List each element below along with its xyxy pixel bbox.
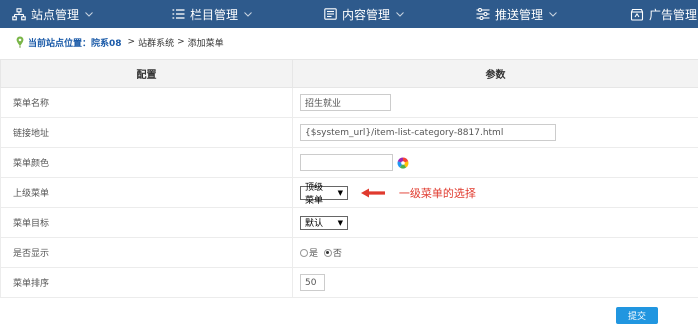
document-icon (324, 8, 337, 20)
list-icon (172, 9, 185, 19)
nav-site-management-label: 站点管理 (31, 7, 80, 22)
visible-yes-radio[interactable] (300, 248, 308, 257)
menu-target-label: 菜单目标 (0, 207, 293, 238)
breadcrumb-page: 添加菜单 (187, 38, 224, 49)
parent-menu-label: 上级菜单 (0, 177, 293, 208)
menu-name-cell (292, 87, 698, 118)
sitemap-icon (12, 7, 26, 20)
parent-menu-selected: 顶级菜单 (305, 182, 324, 206)
breadcrumb-current-label: 当前站点位置： (28, 38, 92, 49)
header-config: 配置 (0, 59, 293, 88)
ad-icon (630, 8, 644, 21)
link-url-label: 链接地址 (0, 117, 293, 148)
parent-menu-cell: 顶级菜单 ▼ 一级菜单的选择 (292, 177, 698, 208)
visible-label: 是否显示 (0, 237, 293, 268)
menu-target-cell: 默认 ▼ (292, 207, 698, 238)
breadcrumb-separator: > (127, 37, 136, 47)
sort-order-label: 菜单排序 (0, 267, 293, 298)
nav-ad-management-label: 广告管理 (649, 7, 698, 22)
menu-target-selected: 默认 (305, 219, 324, 229)
menu-color-label: 菜单颜色 (0, 147, 293, 178)
nav-site-management[interactable]: 站点管理 (12, 0, 98, 28)
parent-menu-select[interactable]: 顶级菜单 ▼ (300, 183, 348, 206)
arrow-left-icon (360, 188, 385, 197)
menu-name-input[interactable] (300, 94, 391, 111)
visible-cell: 是 否 (292, 237, 698, 268)
link-url-input[interactable] (300, 124, 556, 141)
dropdown-arrow-icon: ▼ (337, 188, 343, 197)
visible-no-radio[interactable] (323, 248, 332, 257)
submit-button[interactable]: 提交 (616, 307, 658, 324)
sort-order-input[interactable] (300, 274, 325, 291)
row-parent-menu: 上级菜单 顶级菜单 ▼ 一级菜单的选择 (0, 177, 698, 208)
visible-no-label: 否 (332, 249, 342, 259)
nav-column-management[interactable]: 栏目管理 (172, 0, 257, 28)
nav-push-management-label: 推送管理 (495, 7, 544, 22)
breadcrumb-separator: > (177, 37, 185, 47)
breadcrumb-section[interactable]: 站群系统 (138, 36, 174, 49)
row-sort-order: 菜单排序 (0, 267, 698, 298)
config-table: 配置 参数 菜单名称 链接地址 菜单颜色 上级菜单 (0, 59, 698, 298)
header-params: 参数 (292, 59, 698, 88)
sliders-icon (476, 8, 490, 20)
nav-column-management-label: 栏目管理 (190, 7, 239, 22)
nav-content-management-label: 内容管理 (342, 7, 391, 22)
table-header-row: 配置 参数 (0, 59, 698, 88)
chevron-down-icon (396, 11, 404, 17)
breadcrumb-site-link[interactable]: 院系08 (91, 36, 122, 49)
visible-yes-label: 是 (309, 249, 319, 259)
sort-order-cell (292, 267, 698, 298)
chevron-down-icon (244, 11, 252, 17)
chevron-down-icon (85, 11, 93, 17)
row-menu-target: 菜单目标 默认 ▼ (0, 207, 698, 238)
menu-name-label: 菜单名称 (0, 87, 293, 118)
menu-target-select[interactable]: 默认 ▼ (300, 215, 348, 230)
annotation: 一级菜单的选择 (360, 185, 476, 201)
location-pin-icon (16, 36, 24, 48)
link-url-cell (292, 117, 698, 148)
row-menu-name: 菜单名称 (0, 87, 698, 118)
nav-content-management[interactable]: 内容管理 (324, 0, 409, 28)
row-visible: 是否显示 是 否 (0, 237, 698, 268)
dropdown-arrow-icon: ▼ (337, 218, 343, 227)
chevron-down-icon (549, 11, 557, 17)
nav-ad-management[interactable]: 广告管理 (630, 0, 697, 28)
nav-push-management[interactable]: 推送管理 (476, 0, 562, 28)
top-nav-bar: 站点管理 栏目管理 内容管理 推送管理 广告管理 (0, 0, 698, 28)
row-menu-color: 菜单颜色 (0, 147, 698, 178)
annotation-text: 一级菜单的选择 (398, 186, 476, 200)
breadcrumb: 当前站点位置： 院系08 > 站群系统 > 添加菜单 (16, 34, 224, 50)
menu-color-input[interactable] (300, 154, 393, 171)
color-picker-icon[interactable] (397, 157, 409, 169)
row-link-url: 链接地址 (0, 117, 698, 148)
menu-color-cell (292, 147, 698, 178)
